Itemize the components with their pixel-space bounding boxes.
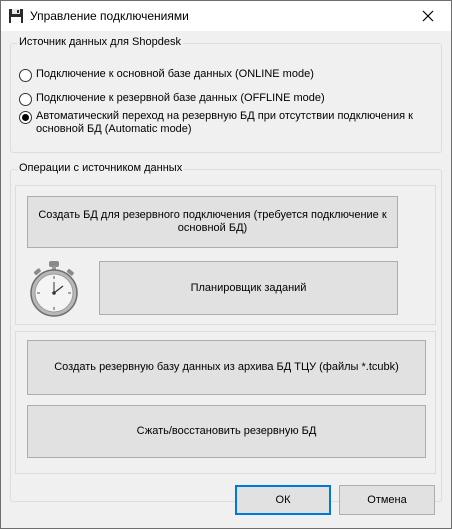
ok-label: ОК xyxy=(275,493,291,506)
ok-button[interactable]: ОК xyxy=(235,485,331,515)
radio-automatic-mode[interactable]: Автоматический переход на резервную БД п… xyxy=(19,110,419,136)
data-source-group: Источник данных для Shopdesk Подключение… xyxy=(10,36,442,153)
data-source-group-title: Источник данных для Shopdesk xyxy=(17,36,183,48)
compress-restore-button[interactable]: Сжать/восстановить резервную БД xyxy=(27,405,426,458)
create-from-archive-button[interactable]: Создать резервную базу данных из архива … xyxy=(27,340,426,395)
connection-manager-dialog: Управление подключениями Источник данных… xyxy=(0,0,452,529)
radio-label: Подключение к основной базе данных (ONLI… xyxy=(36,68,314,80)
operations-group: Операции с источником данных Создать БД … xyxy=(10,162,442,502)
operations-group-title: Операции с источником данных xyxy=(17,162,185,174)
create-backup-db-label: Создать БД для резервного подключения (т… xyxy=(38,209,387,234)
task-scheduler-label: Планировщик заданий xyxy=(190,281,307,294)
dialog-body: Источник данных для Shopdesk Подключение… xyxy=(1,31,451,528)
task-scheduler-button[interactable]: Планировщик заданий xyxy=(99,261,398,315)
stopwatch-icon xyxy=(30,261,78,317)
radio-button[interactable] xyxy=(19,93,32,106)
create-from-archive-label: Создать резервную базу данных из архива … xyxy=(54,361,399,373)
create-backup-db-button[interactable]: Создать БД для резервного подключения (т… xyxy=(27,196,398,248)
radio-offline-mode[interactable]: Подключение к резервной базе данных (OFF… xyxy=(19,92,325,106)
close-icon xyxy=(422,10,434,22)
close-button[interactable] xyxy=(405,1,451,31)
title-bar[interactable]: Управление подключениями xyxy=(1,1,451,31)
cancel-label: Отмена xyxy=(367,493,407,506)
cancel-button[interactable]: Отмена xyxy=(339,485,435,515)
radio-online-mode[interactable]: Подключение к основной базе данных (ONLI… xyxy=(19,68,314,82)
window-title: Управление подключениями xyxy=(30,9,189,23)
compress-restore-label: Сжать/восстановить резервную БД xyxy=(136,425,317,437)
radio-button-selected[interactable] xyxy=(19,111,32,124)
floppy-disk-icon xyxy=(9,9,23,23)
radio-label: Автоматический переход на резервную БД п… xyxy=(36,110,413,135)
radio-label: Подключение к резервной базе данных (OFF… xyxy=(36,92,325,104)
radio-button[interactable] xyxy=(19,69,32,82)
